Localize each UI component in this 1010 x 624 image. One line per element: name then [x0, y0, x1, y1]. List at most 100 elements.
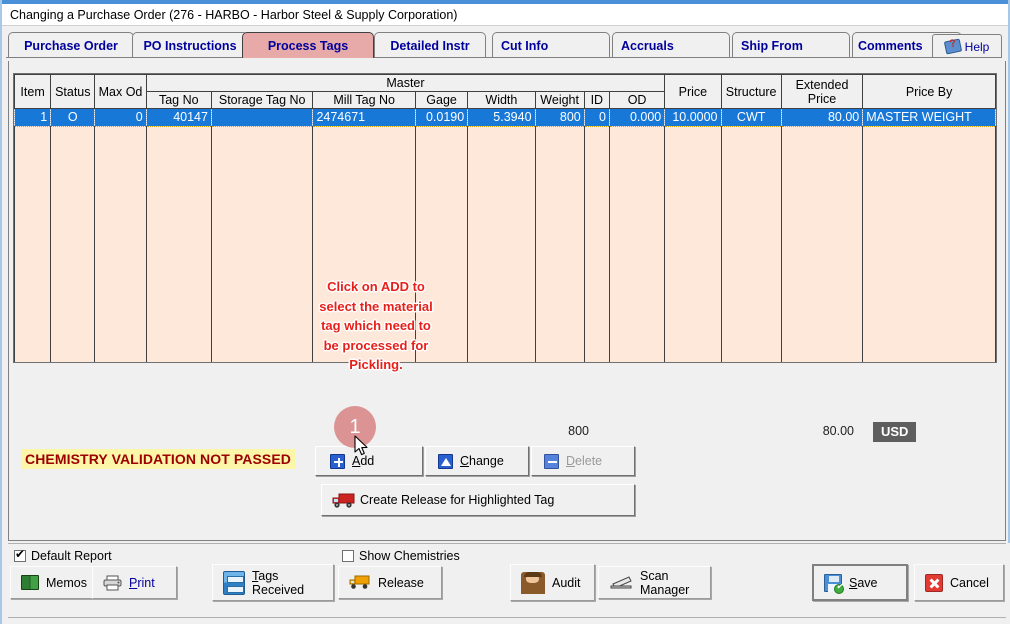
window-title-bar: Changing a Purchase Order (276 - HARBO -…: [2, 4, 1008, 26]
help-book-icon: [943, 38, 962, 55]
col-status[interactable]: Status: [50, 74, 96, 109]
col-mill-tag-no[interactable]: Mill Tag No: [312, 91, 416, 109]
col-extended-price[interactable]: Extended Price: [780, 74, 864, 109]
tab-process-tags[interactable]: Process Tags: [242, 32, 374, 58]
cancel-label: Cancel: [950, 575, 989, 590]
save-label: Save: [849, 575, 878, 590]
tab-label: Detailed Instr: [390, 38, 470, 53]
audit-label: Audit: [552, 575, 581, 590]
red-x-icon: [925, 573, 943, 592]
col-id[interactable]: ID: [583, 91, 610, 109]
col-storage-tag-no[interactable]: Storage Tag No: [210, 91, 314, 109]
printer-icon: [103, 575, 122, 591]
empty-cell: [14, 126, 52, 362]
cell-item: 1: [14, 108, 52, 127]
total-extended-price: 80.00: [822, 424, 854, 438]
cancel-button[interactable]: Cancel: [914, 564, 1004, 601]
cell-od: 0.000: [608, 108, 666, 127]
empty-cell: [780, 126, 864, 362]
print-label: Print: [129, 575, 155, 590]
col-price-by[interactable]: Price By: [862, 74, 996, 109]
tab-ship-from[interactable]: Ship From: [732, 32, 850, 58]
col-price[interactable]: Price: [664, 74, 722, 109]
red-truck-icon: [332, 492, 356, 509]
cell-width: 5.3940: [467, 108, 536, 127]
cell-max-od: 0: [94, 108, 147, 127]
default-report-checkbox[interactable]: Default Report: [14, 547, 112, 563]
tab-label: Accruals: [621, 38, 674, 53]
change-button-label: Change: [460, 454, 504, 468]
empty-cell: [145, 126, 212, 362]
show-chemistries-label: Show Chemistries: [359, 549, 460, 563]
col-tag-no[interactable]: Tag No: [145, 91, 212, 109]
blue-cabinet-icon: [223, 570, 245, 595]
toolbar-divider-top: [8, 543, 1006, 544]
print-button[interactable]: Print: [92, 566, 177, 599]
memos-button[interactable]: Memos: [10, 566, 95, 599]
cell-id: 0: [583, 108, 610, 127]
col-gage[interactable]: Gage: [414, 91, 469, 109]
tab-accruals[interactable]: Accruals: [612, 32, 730, 58]
cell-storage-tag-no: [210, 108, 314, 127]
tab-label: Comments: [858, 38, 923, 53]
default-report-label: Default Report: [31, 549, 112, 563]
cell-extended-price: 80.00: [780, 108, 864, 127]
empty-cell: [50, 126, 96, 362]
table-row[interactable]: 1 O 0 40147 2474671 0.0190 5.3940 800 0 …: [14, 108, 996, 127]
application-window: Changing a Purchase Order (276 - HARBO -…: [0, 0, 1010, 624]
scan-manager-label: Scan Manager: [640, 568, 690, 597]
tags-received-button[interactable]: Tags Received: [212, 564, 334, 601]
col-structure[interactable]: Structure: [720, 74, 782, 109]
empty-cell: [862, 126, 996, 362]
col-max-od[interactable]: Max Od: [94, 74, 147, 109]
bottom-toolbar: Default Report Show Chemistries Memos Pr…: [2, 543, 1010, 624]
save-button[interactable]: Save: [812, 564, 908, 601]
process-tags-panel: Item Status Max Od Master Price Structur…: [8, 61, 1006, 541]
chemistry-validation-warning: CHEMISTRY VALIDATION NOT PASSED: [21, 449, 296, 469]
empty-cell: [94, 126, 147, 362]
create-release-button[interactable]: Create Release for Highlighted Tag: [321, 484, 635, 516]
col-item[interactable]: Item: [14, 74, 52, 109]
page-title: Changing a Purchase Order (276 - HARBO -…: [10, 7, 458, 22]
empty-cell: [583, 126, 610, 362]
empty-cell: [467, 126, 536, 362]
empty-cell: [312, 126, 416, 362]
delete-button-label: Delete: [566, 454, 603, 468]
cell-gage: 0.0190: [414, 108, 469, 127]
total-weight: 800: [568, 424, 589, 438]
create-release-label: Create Release for Highlighted Tag: [360, 493, 555, 507]
minus-icon: [544, 453, 559, 469]
empty-cell: [608, 126, 666, 362]
col-weight[interactable]: Weight: [534, 91, 585, 109]
audit-button[interactable]: Audit: [510, 564, 595, 601]
checkbox-box: [14, 547, 26, 562]
col-od[interactable]: OD: [608, 91, 666, 109]
scan-manager-button[interactable]: Scan Manager: [598, 566, 711, 599]
currency-badge: USD: [873, 422, 917, 442]
col-group-master: Master: [145, 74, 666, 92]
tab-po-instructions[interactable]: PO Instructions: [132, 32, 248, 58]
floppy-save-icon: [824, 573, 844, 594]
col-width[interactable]: Width: [467, 91, 536, 109]
change-button[interactable]: Change: [425, 446, 529, 476]
tags-received-label: Tags Received: [252, 568, 305, 597]
tab-detailed-instr[interactable]: Detailed Instr: [374, 32, 486, 58]
scanner-icon: [609, 575, 633, 590]
mouse-cursor: [354, 435, 370, 460]
cell-status: O: [50, 108, 96, 127]
tab-cut-info[interactable]: Cut Info: [492, 32, 610, 58]
cell-price: 10.0000: [664, 108, 722, 127]
process-tags-grid[interactable]: Item Status Max Od Master Price Structur…: [13, 73, 997, 363]
table-empty-area[interactable]: [14, 126, 996, 362]
tab-purchase-order[interactable]: Purchase Order: [8, 32, 134, 58]
cell-price-by: MASTER WEIGHT: [862, 108, 996, 127]
tab-label: Help: [964, 39, 990, 54]
tab-label: Cut Info: [501, 38, 549, 53]
tab-label: Process Tags: [267, 38, 349, 53]
triangle-up-icon: [438, 453, 453, 469]
release-button[interactable]: Release: [338, 566, 442, 599]
detective-icon: [521, 571, 545, 594]
show-chemistries-checkbox[interactable]: Show Chemistries: [342, 549, 460, 563]
release-label: Release: [378, 575, 424, 590]
tab-help[interactable]: Help: [932, 34, 1002, 58]
